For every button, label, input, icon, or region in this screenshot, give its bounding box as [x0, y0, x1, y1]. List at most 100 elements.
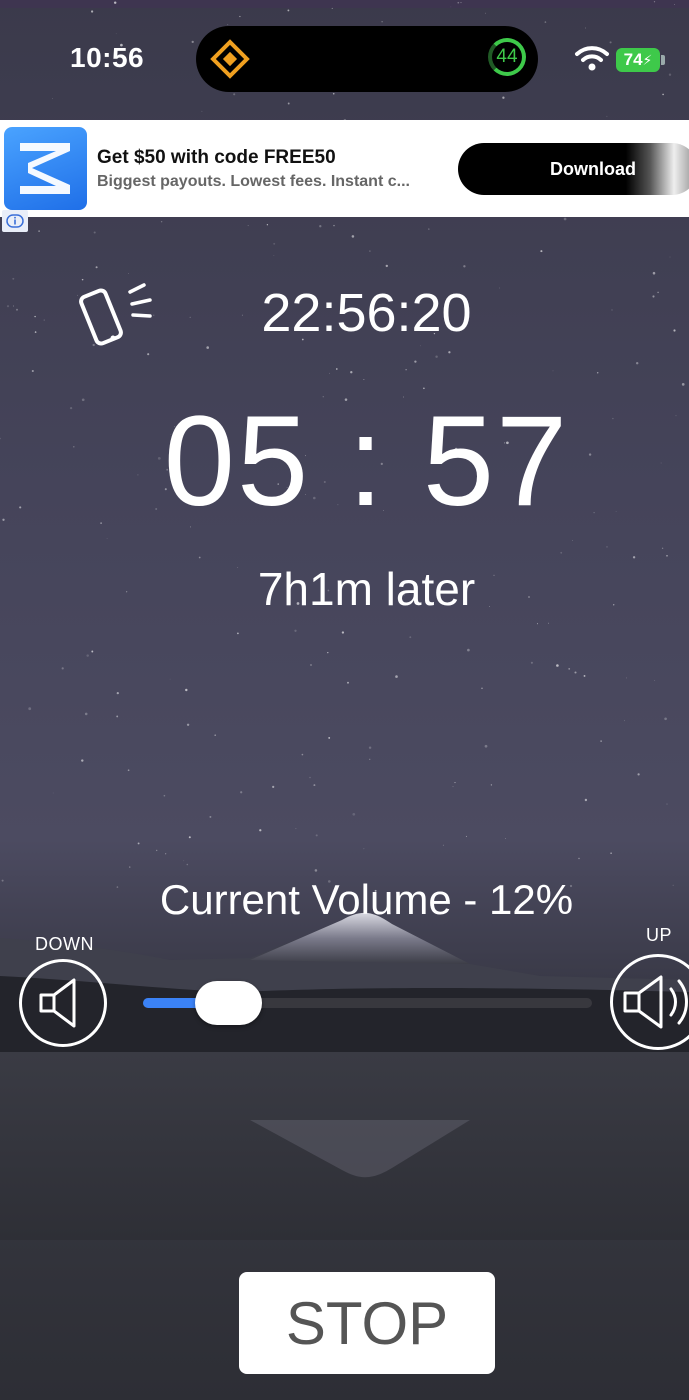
star — [169, 678, 171, 680]
ad-download-button[interactable]: Download — [458, 143, 689, 195]
star — [160, 220, 163, 223]
star — [547, 622, 549, 624]
star — [352, 812, 356, 816]
island-progress-badge: 44 — [488, 38, 526, 76]
star — [315, 834, 318, 837]
ad-app-logo[interactable] — [4, 127, 87, 210]
star — [563, 217, 567, 221]
star — [463, 265, 466, 268]
star — [86, 654, 89, 657]
star — [610, 852, 612, 854]
star — [206, 346, 209, 349]
star — [536, 623, 539, 625]
star — [81, 759, 84, 762]
star — [129, 866, 131, 868]
star — [28, 707, 32, 711]
star — [662, 93, 664, 96]
wifi-icon — [575, 46, 609, 71]
volume-slider-thumb[interactable] — [194, 981, 262, 1025]
star — [341, 631, 345, 634]
mountain-lake-background — [0, 912, 689, 1240]
battery-level: 74 — [623, 50, 643, 69]
star — [247, 225, 249, 227]
ad-title[interactable]: Get $50 with code FREE50 — [97, 147, 336, 169]
star — [301, 753, 304, 756]
star — [578, 857, 580, 860]
star — [186, 863, 189, 866]
volume-down-button[interactable] — [19, 959, 107, 1047]
star — [681, 383, 685, 386]
star — [363, 848, 365, 850]
star — [600, 740, 602, 742]
star — [420, 345, 421, 347]
star — [310, 664, 312, 666]
star — [351, 235, 355, 238]
star — [294, 629, 297, 632]
star — [572, 540, 573, 542]
ad-subtitle[interactable]: Biggest payouts. Lowest fees. Instant c.… — [97, 173, 447, 191]
star — [163, 794, 166, 797]
star — [669, 256, 671, 258]
star — [198, 556, 201, 559]
stop-button[interactable]: STOP — [239, 1272, 495, 1374]
volume-up-button[interactable] — [610, 954, 689, 1050]
star — [481, 687, 483, 690]
star — [327, 652, 329, 654]
star — [61, 667, 64, 670]
star — [236, 632, 239, 635]
star — [652, 271, 656, 275]
star — [452, 786, 454, 788]
star — [185, 688, 188, 692]
star — [233, 93, 236, 96]
status-time: 10:56 — [70, 42, 145, 73]
diamond-app-icon — [210, 39, 250, 79]
star — [454, 782, 456, 784]
star — [490, 784, 493, 786]
top-accent-bar — [0, 0, 689, 8]
star — [287, 102, 290, 105]
star — [363, 378, 365, 380]
battery-charging-icon: 74 ⚡ — [616, 48, 660, 72]
ad-banner[interactable]: Get $50 with code FREE50 Biggest payouts… — [0, 120, 689, 217]
star — [239, 15, 241, 18]
star — [556, 664, 559, 667]
star — [295, 828, 297, 830]
info-icon[interactable] — [2, 210, 28, 232]
star — [385, 264, 388, 268]
speaker-loud-icon — [623, 975, 688, 1029]
star — [165, 853, 167, 855]
star — [314, 869, 318, 872]
star — [128, 273, 129, 274]
star — [664, 717, 667, 721]
star — [259, 829, 262, 832]
star — [127, 769, 130, 772]
star — [12, 277, 15, 280]
star — [266, 224, 269, 226]
star — [329, 372, 330, 374]
current-time: 22:56:20 — [261, 283, 472, 343]
star — [188, 836, 191, 839]
star — [186, 723, 190, 726]
volume-up-label: UP — [646, 925, 673, 945]
star — [502, 96, 505, 99]
star — [465, 835, 467, 837]
star — [309, 776, 311, 779]
star — [147, 353, 150, 356]
star — [214, 734, 217, 737]
star — [332, 92, 335, 95]
star — [240, 791, 243, 794]
star — [313, 784, 316, 787]
star — [93, 231, 96, 234]
star — [596, 372, 599, 374]
battery-tip — [661, 55, 665, 65]
current-volume-label: Current Volume - 12% — [159, 876, 574, 923]
star — [606, 115, 608, 117]
star — [484, 12, 486, 14]
star — [448, 351, 451, 354]
star — [333, 224, 335, 227]
star — [191, 40, 194, 44]
star — [666, 554, 668, 557]
star — [156, 849, 158, 852]
star — [91, 650, 94, 653]
star — [606, 546, 608, 548]
